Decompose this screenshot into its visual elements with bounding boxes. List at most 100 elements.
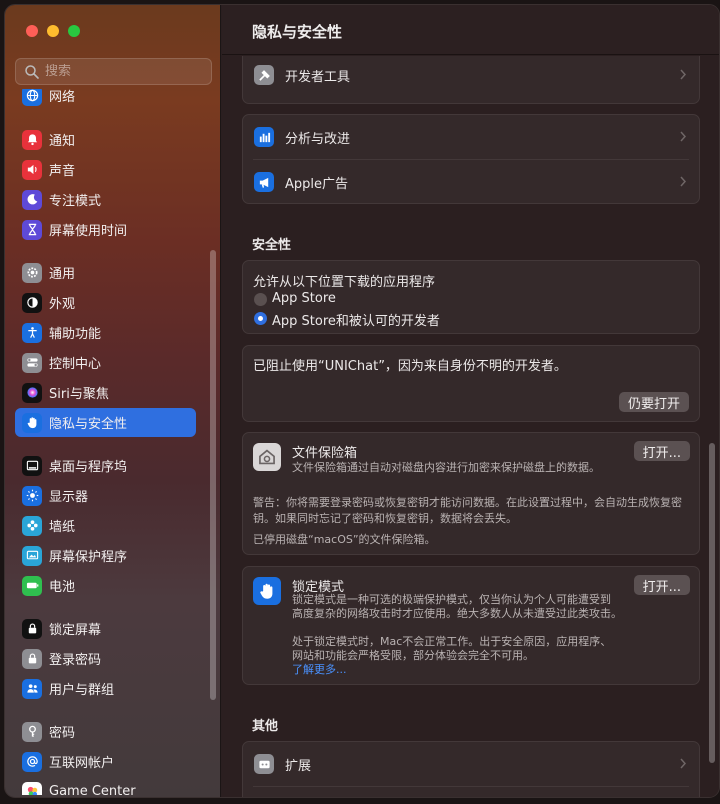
settings-window: 网络 通知 声音 专注模式 屏幕使用时间 通用	[4, 4, 720, 798]
sidebar-item-label: 用户与群组	[49, 683, 115, 698]
minimize-window-button[interactable]	[47, 25, 59, 37]
lock-icon	[22, 618, 42, 639]
chevron-right-icon	[680, 131, 687, 142]
gear-icon	[22, 262, 42, 283]
sidebar-item-passwords[interactable]: 密码	[15, 717, 196, 746]
radio-app-store-label[interactable]: App Store	[272, 291, 336, 306]
sidebar-item-lock-screen[interactable]: 锁定屏幕	[15, 614, 196, 643]
sidebar-item-label: 锁定屏幕	[49, 623, 102, 638]
sidebar-item-label: 屏幕保护程序	[49, 550, 128, 565]
analytics-row[interactable]: 分析与改进	[243, 115, 699, 159]
sun-icon	[22, 485, 42, 506]
search-input[interactable]	[45, 64, 195, 79]
settings-content: 开发者工具 分析与改进 Apple广告 安全性 允许从以下位置下载的应用程序 A…	[222, 56, 719, 797]
sidebar-item-users-groups[interactable]: 用户与群组	[15, 674, 196, 703]
sidebar-item-label: 通知	[49, 134, 76, 149]
sidebar-item-accessibility[interactable]: 辅助功能	[15, 318, 196, 347]
chevron-right-icon	[680, 758, 687, 769]
page-title: 隐私与安全性	[252, 23, 343, 41]
bar-chart-icon	[254, 127, 274, 147]
sidebar-item-network[interactable]: 网络	[15, 89, 196, 110]
learn-more-link[interactable]: 了解更多...	[292, 662, 347, 678]
padlock-icon	[22, 648, 42, 669]
filevault-warning-line2: 钥。如果同时忘记了密码和恢复密钥，数据将会丢失。	[253, 512, 517, 525]
developer-tools-card: 开发者工具	[242, 56, 700, 104]
sidebar-item-general[interactable]: 通用	[15, 258, 196, 287]
sidebar-item-appearance[interactable]: 外观	[15, 288, 196, 317]
toggles-icon	[22, 352, 42, 373]
sidebar-item-wallpaper[interactable]: 墙纸	[15, 511, 196, 540]
sidebar-search[interactable]	[15, 58, 212, 85]
sidebar-item-screen-time[interactable]: 屏幕使用时间	[15, 215, 196, 244]
sidebar-item-notifications[interactable]: 通知	[15, 125, 196, 154]
sidebar-item-label: 桌面与程序坞	[49, 460, 128, 475]
sidebar-item-siri[interactable]: Siri与聚焦	[15, 378, 196, 407]
screensaver-icon	[22, 545, 42, 566]
hourglass-icon	[22, 219, 42, 240]
moon-icon	[22, 189, 42, 210]
sidebar-item-label: 互联网帐户	[49, 756, 115, 771]
sidebar-item-label: Siri与聚焦	[49, 387, 109, 402]
sidebar-item-label: 通用	[49, 267, 76, 282]
title-bar: 隐私与安全性	[222, 5, 719, 55]
sidebar-item-internet-accounts[interactable]: 互联网帐户	[15, 747, 196, 776]
sidebar-item-login-password[interactable]: 登录密码	[15, 644, 196, 673]
zoom-window-button[interactable]	[68, 25, 80, 37]
key-icon	[22, 721, 42, 742]
sidebar-item-label: 声音	[49, 164, 76, 179]
open-anyway-button[interactable]: 仍要打开	[618, 392, 689, 412]
filevault-enable-button[interactable]: 打开...	[633, 441, 690, 461]
sidebar-item-privacy-security[interactable]: 隐私与安全性	[15, 408, 196, 437]
sidebar-item-desktop-dock[interactable]: 桌面与程序坞	[15, 451, 196, 480]
megaphone-icon	[254, 172, 274, 192]
download-source-card: 允许从以下位置下载的应用程序 App Store App Store和被认可的开…	[242, 260, 700, 334]
developer-tools-row[interactable]: 开发者工具	[243, 56, 699, 97]
extensions-row[interactable]: 扩展	[243, 742, 699, 786]
close-window-button[interactable]	[26, 25, 38, 37]
filevault-title: 文件保险箱	[292, 446, 358, 461]
extensions-icon	[254, 754, 274, 774]
sidebar-list: 网络 通知 声音 专注模式 屏幕使用时间 通用 外观 辅助功能 控制中心 Sir…	[5, 89, 217, 795]
extensions-label: 扩展	[285, 758, 312, 774]
sidebar-item-control-center[interactable]: 控制中心	[15, 348, 196, 377]
sidebar-item-label: 墙纸	[49, 520, 76, 535]
lockdown-description-line2: 高度复杂的网络攻击时才应使用。绝大多数人从未遭受过此类攻击。	[292, 607, 622, 620]
sidebar-item-label: 控制中心	[49, 357, 102, 372]
filevault-house-icon	[253, 443, 281, 471]
sidebar-item-label: 显示器	[49, 490, 89, 505]
battery-icon	[22, 575, 42, 596]
radio-app-store-developers-label[interactable]: App Store和被认可的开发者	[272, 310, 440, 329]
radio-app-store[interactable]	[254, 293, 267, 306]
download-heading: 允许从以下位置下载的应用程序	[253, 275, 436, 290]
lockdown-enable-button[interactable]: 打开...	[633, 575, 690, 595]
sidebar-item-battery[interactable]: 电池	[15, 571, 196, 600]
sidebar-item-label: 外观	[49, 297, 76, 312]
sidebar-item-label: 隐私与安全性	[49, 417, 128, 432]
blocked-app-message: 已阻止使用“UNIChat”，因为来自身份不明的开发者。	[253, 359, 567, 374]
filevault-warning-line1: 警告：你将需要登录密码或恢复密钥才能访问数据。在此设置过程中，会自动生成恢复密	[253, 496, 682, 509]
sidebar-item-game-center[interactable]: Game Center	[15, 777, 196, 795]
flower-icon	[22, 515, 42, 536]
apple-ads-row[interactable]: Apple广告	[243, 160, 699, 204]
filevault-card: 文件保险箱 文件保险箱通过自动对磁盘内容进行加密来保护磁盘上的数据。 打开...…	[242, 432, 700, 555]
at-icon	[22, 751, 42, 772]
hand-icon	[22, 412, 42, 433]
hammer-icon	[254, 65, 274, 85]
globe-icon	[22, 89, 42, 106]
radio-app-store-developers[interactable]	[254, 312, 267, 325]
sidebar-item-displays[interactable]: 显示器	[15, 481, 196, 510]
sidebar-scrollbar[interactable]	[210, 250, 216, 700]
bell-icon	[22, 129, 42, 150]
sidebar-item-focus[interactable]: 专注模式	[15, 185, 196, 214]
sidebar: 网络 通知 声音 专注模式 屏幕使用时间 通用	[5, 5, 221, 797]
sidebar-item-label: 电池	[49, 580, 76, 595]
sidebar-item-label: Game Center	[49, 784, 136, 795]
security-section-title: 安全性	[252, 238, 292, 253]
sidebar-item-label: 密码	[49, 726, 76, 741]
sidebar-item-screensaver[interactable]: 屏幕保护程序	[15, 541, 196, 570]
main-scrollbar[interactable]	[709, 443, 715, 763]
blocked-app-card: 已阻止使用“UNIChat”，因为来自身份不明的开发者。 仍要打开	[242, 345, 700, 422]
main-pane: 隐私与安全性 开发者工具 分析与改进 Apple广告 安全性 允许从以下位置下载…	[222, 5, 719, 797]
sidebar-item-sound[interactable]: 声音	[15, 155, 196, 184]
developer-tools-label: 开发者工具	[285, 69, 351, 85]
